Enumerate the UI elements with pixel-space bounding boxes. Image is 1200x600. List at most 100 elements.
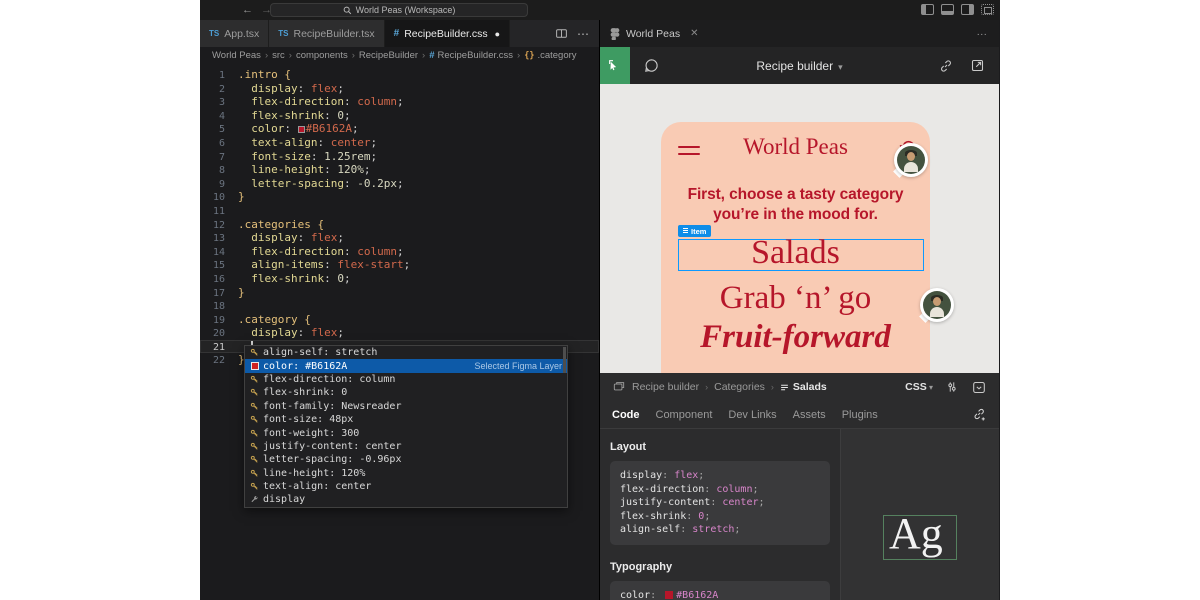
code-line[interactable]: 16 flex-shrink: 0;: [200, 272, 599, 286]
command-center-search[interactable]: World Peas (Workspace): [270, 3, 528, 17]
code-line[interactable]: 13 display: flex;: [200, 231, 599, 245]
suggestion-item[interactable]: font-weight: 300: [245, 426, 567, 439]
code-line[interactable]: 4 flex-shrink: 0;: [200, 109, 599, 123]
css-code-block[interactable]: display: flex;flex-direction: column;jus…: [610, 461, 830, 545]
close-icon[interactable]: ✕: [690, 28, 698, 39]
settings-sliders-icon[interactable]: [945, 380, 959, 394]
code-line[interactable]: 20 display: flex;: [200, 326, 599, 340]
suggestion-item[interactable]: flex-direction: column: [245, 373, 567, 386]
editor-tab-recipebuilder.css[interactable]: #RecipeBuilder.css●: [385, 20, 510, 47]
code-line[interactable]: 6 text-align: center;: [200, 136, 599, 150]
property-key-icon: [250, 429, 259, 438]
inspector-tab-plugins[interactable]: Plugins: [842, 409, 878, 421]
toggle-sidebar-icon[interactable]: [921, 4, 934, 15]
category-text-grab-n-go[interactable]: Grab ‘n’ go: [661, 280, 930, 317]
breadcrumb-item[interactable]: World Peas: [212, 50, 261, 61]
code-line[interactable]: 10}: [200, 190, 599, 204]
suggestion-item[interactable]: font-size: 48px: [245, 413, 567, 426]
suggestion-item[interactable]: justify-content: center: [245, 440, 567, 453]
code-line[interactable]: 14 flex-direction: column;: [200, 245, 599, 259]
split-editor-icon[interactable]: [555, 27, 568, 40]
editor-more-actions-icon[interactable]: ⋯: [577, 27, 589, 41]
inspector-breadcrumb-item[interactable]: Recipe builder: [632, 381, 699, 393]
suggestion-item[interactable]: color: #B6162ASelected Figma Layer: [245, 359, 567, 372]
line-number: 5: [200, 123, 238, 137]
modified-dot-icon[interactable]: ●: [495, 29, 500, 39]
property-key-icon: [250, 402, 259, 411]
breadcrumb-item[interactable]: src: [272, 50, 285, 61]
suggestion-label: line-height: 120%: [263, 468, 365, 479]
code-token: {: [317, 218, 324, 231]
comment-tool-button[interactable]: [643, 57, 660, 74]
design-canvas[interactable]: World Peas First, choose a tasty categor…: [600, 84, 999, 373]
code-token: line-height: [238, 163, 324, 176]
code-token: center: [331, 136, 371, 149]
code-editor[interactable]: 1.intro {2 display: flex;3 flex-directio…: [200, 64, 599, 600]
collapse-panel-icon[interactable]: [971, 380, 987, 395]
suggestion-item[interactable]: line-height: 120%: [245, 467, 567, 480]
history-back-icon[interactable]: ←: [242, 4, 253, 16]
inspector-breadcrumb: Recipe builder›Categories›Salads CSS ▾: [600, 373, 999, 401]
inspector-tab-component[interactable]: Component: [656, 409, 713, 421]
suggest-scrollbar[interactable]: [563, 347, 566, 373]
inspector-breadcrumb-item[interactable]: Salads: [780, 381, 827, 393]
phone-frame[interactable]: World Peas First, choose a tasty categor…: [661, 122, 930, 373]
code-token: :: [324, 163, 337, 176]
suggestion-item[interactable]: font-family: Newsreader: [245, 400, 567, 413]
customize-layout-icon[interactable]: [981, 4, 994, 15]
code-line[interactable]: 11: [200, 204, 599, 218]
code-token: ;: [397, 177, 404, 190]
breadcrumb-item[interactable]: {}.category: [524, 50, 576, 61]
section-title: Typography: [610, 561, 830, 573]
panel-more-icon[interactable]: ···: [977, 28, 1000, 40]
code-line[interactable]: 1.intro {: [200, 68, 599, 82]
add-dev-link-icon[interactable]: [972, 407, 987, 422]
toggle-secondary-sidebar-icon[interactable]: [961, 4, 974, 15]
code-line[interactable]: 15 align-items: flex-start;: [200, 258, 599, 272]
css-code-block[interactable]: color: #B6162Atext-align: center;: [610, 581, 830, 600]
code-line[interactable]: 2 display: flex;: [200, 82, 599, 96]
phone-brand-title[interactable]: World Peas: [661, 134, 930, 160]
css-file-icon: #: [394, 28, 400, 39]
suggestion-item[interactable]: letter-spacing: -0.96px: [245, 453, 567, 466]
code-line[interactable]: 9 letter-spacing: -0.2px;: [200, 177, 599, 191]
inspector-breadcrumb-item[interactable]: Categories: [714, 381, 765, 393]
inspector-tab-assets[interactable]: Assets: [793, 409, 826, 421]
code-line[interactable]: 17}: [200, 286, 599, 300]
code-line[interactable]: 12.categories {: [200, 218, 599, 232]
breadcrumb-item[interactable]: components: [296, 50, 348, 61]
type-specimen-box[interactable]: Ag: [883, 515, 957, 560]
suggestion-item[interactable]: flex-shrink: 0: [245, 386, 567, 399]
css-declaration: display: flex;: [620, 469, 820, 483]
code-line[interactable]: 8 line-height: 120%;: [200, 163, 599, 177]
frames-icon[interactable]: [612, 380, 626, 394]
editor-tab-recipebuilder.tsx[interactable]: TSRecipeBuilder.tsx: [269, 20, 384, 47]
copy-link-icon[interactable]: [938, 58, 954, 74]
suggestion-label: color: #B6162A: [263, 361, 347, 372]
suggestion-item[interactable]: align-self: stretch: [245, 346, 567, 359]
code-token: flex: [311, 231, 338, 244]
inspector-tab-code[interactable]: Code: [612, 409, 640, 421]
intro-text[interactable]: First, choose a tasty category you’re in…: [661, 185, 930, 224]
toggle-panel-icon[interactable]: [941, 4, 954, 15]
editor-tab-app.tsx[interactable]: TSApp.tsx: [200, 20, 269, 47]
code-line[interactable]: 5 color: #B6162A;: [200, 122, 599, 136]
breadcrumb-item[interactable]: #RecipeBuilder.css: [429, 50, 513, 61]
category-text-salads[interactable]: Salads: [661, 234, 930, 272]
category-text-fruit-forward[interactable]: Fruit-forward: [661, 319, 930, 356]
code-line[interactable]: 7 font-size: 1.25rem;: [200, 150, 599, 164]
inspector-tab-dev-links[interactable]: Dev Links: [728, 409, 776, 421]
figma-tab-world-peas[interactable]: World Peas ✕: [600, 20, 708, 47]
code-token: -0.2px: [357, 177, 397, 190]
code-line[interactable]: 18: [200, 299, 599, 313]
code-line[interactable]: 19.category {: [200, 313, 599, 327]
code-language-dropdown[interactable]: CSS ▾: [905, 381, 933, 393]
suggestion-item[interactable]: text-align: center: [245, 480, 567, 493]
color-swatch[interactable]: [298, 126, 305, 133]
open-external-icon[interactable]: [970, 58, 985, 73]
select-tool-button[interactable]: [600, 47, 630, 84]
suggestion-item[interactable]: display: [245, 493, 567, 506]
code-token: ;: [337, 82, 344, 95]
breadcrumb-item[interactable]: RecipeBuilder: [359, 50, 418, 61]
code-line[interactable]: 3 flex-direction: column;: [200, 95, 599, 109]
